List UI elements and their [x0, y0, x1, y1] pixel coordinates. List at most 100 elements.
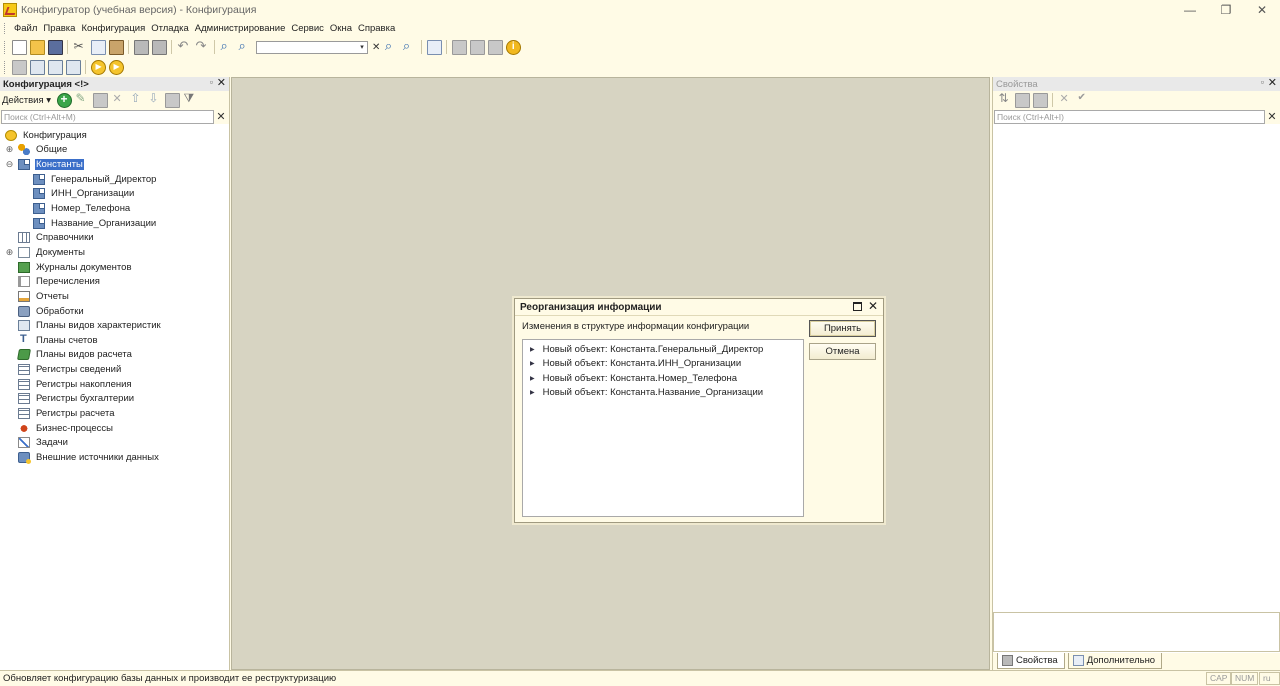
tree-item[interactable]: ИНН_Организации — [0, 187, 229, 202]
chevron-down-icon[interactable]: ▾ — [357, 42, 367, 53]
tree-item[interactable]: Отчеты — [0, 289, 229, 304]
expand-arrow-icon[interactable]: ▶ — [530, 360, 535, 367]
list-item[interactable]: ▶ Новый объект: Константа.Генеральный_Дир… — [523, 342, 803, 357]
categories-icon[interactable] — [1014, 92, 1030, 108]
tree-item[interactable]: ⊕ Общие — [0, 143, 229, 158]
menu-service[interactable]: Сервис — [288, 23, 327, 34]
tab-properties[interactable]: Свойства — [997, 653, 1065, 669]
paste-icon[interactable] — [108, 39, 124, 55]
tree-item[interactable]: Задачи — [0, 435, 229, 450]
tree-item[interactable]: ⊖ Константы — [0, 157, 229, 172]
tree-item[interactable]: Название_Организации — [0, 216, 229, 231]
minimize-button[interactable]: — — [1172, 0, 1208, 20]
toolbar-grip[interactable] — [4, 60, 7, 74]
menu-edit[interactable]: Правка — [40, 23, 78, 34]
tree-item[interactable]: Бизнес-процессы — [0, 421, 229, 436]
close-panel-icon[interactable]: ✕ — [217, 76, 226, 89]
actions-menu-button[interactable]: Действия ▾ — [2, 95, 51, 106]
window-list-icon[interactable] — [426, 39, 442, 55]
move-up-icon[interactable] — [129, 91, 144, 108]
config-window-icon[interactable] — [65, 59, 81, 75]
print-preview-icon[interactable] — [151, 39, 167, 55]
toolbar-grip[interactable] — [4, 40, 7, 54]
menu-configuration[interactable]: Конфигурация — [78, 23, 148, 34]
tree-item[interactable]: Регистры бухгалтерии — [0, 392, 229, 407]
tree-item[interactable]: Планы счетов — [0, 333, 229, 348]
update-db-icon[interactable] — [47, 59, 63, 75]
configuration-search-input[interactable]: Поиск (Ctrl+Alt+M) — [1, 109, 214, 124]
run-enterprise-icon[interactable] — [108, 59, 124, 75]
menu-debug[interactable]: Отладка — [148, 23, 192, 34]
tree-item[interactable]: Справочники — [0, 230, 229, 245]
help-topics-icon[interactable] — [469, 39, 485, 55]
open-folder-icon[interactable] — [29, 39, 45, 55]
help-index-icon[interactable] — [487, 39, 503, 55]
menu-windows[interactable]: Окна — [327, 23, 355, 34]
expand-arrow-icon[interactable]: ▶ — [530, 346, 535, 353]
tree-item[interactable]: Регистры сведений — [0, 362, 229, 377]
restore-button[interactable]: ❐ — [1208, 0, 1244, 20]
menu-administration[interactable]: Администрирование — [192, 23, 289, 34]
filter-icon[interactable] — [183, 91, 198, 108]
add-icon[interactable] — [56, 92, 72, 108]
clear-search-icon[interactable]: ✕ — [1265, 110, 1279, 123]
open-config-icon[interactable] — [11, 59, 27, 75]
list-item[interactable]: ▶ Новый объект: Константа.Номер_Телефона — [523, 371, 803, 386]
list-item[interactable]: ▶ Новый объект: Константа.Название_Органи… — [523, 386, 803, 401]
collapse-icon[interactable]: ⊖ — [5, 160, 14, 169]
apply-edit-icon[interactable] — [1076, 92, 1091, 108]
close-window-button[interactable]: ✕ — [1244, 0, 1280, 20]
tree-item[interactable]: Регистры расчета — [0, 406, 229, 421]
db-config-icon[interactable] — [29, 59, 45, 75]
new-document-icon[interactable] — [11, 39, 27, 55]
cancel-button[interactable]: Отмена — [809, 343, 876, 360]
accept-button[interactable]: Принять — [809, 320, 876, 337]
copy-item-icon[interactable] — [92, 92, 108, 108]
search-combo[interactable]: ▾ — [256, 40, 368, 54]
tree-item[interactable]: Журналы документов — [0, 260, 229, 275]
cut-icon[interactable] — [73, 39, 88, 55]
properties-icon[interactable] — [164, 92, 180, 108]
find-previous-icon[interactable] — [402, 38, 417, 55]
clear-search-icon[interactable]: ✕ — [214, 110, 228, 123]
changes-list[interactable]: ▶ Новый объект: Константа.Генеральный_Дир… — [522, 339, 804, 517]
copy-icon[interactable] — [90, 39, 106, 55]
expand-icon[interactable]: ⊕ — [5, 247, 14, 257]
tree-item[interactable]: Регистры накопления — [0, 377, 229, 392]
delete-icon[interactable] — [111, 92, 126, 108]
tree-item[interactable]: Перечисления — [0, 274, 229, 289]
start-debugging-icon[interactable] — [90, 59, 106, 75]
close-panel-icon[interactable]: ✕ — [1268, 76, 1277, 89]
expand-icon[interactable]: ⊕ — [5, 145, 14, 154]
expand-arrow-icon[interactable]: ▶ — [530, 389, 535, 396]
find-next-icon[interactable] — [384, 38, 399, 55]
tree-item[interactable]: Обработки — [0, 304, 229, 319]
tree-item[interactable]: Планы видов характеристик — [0, 318, 229, 333]
tree-item[interactable]: Конфигурация — [0, 128, 229, 143]
menubar-grip[interactable] — [4, 23, 7, 34]
find-in-files-icon[interactable] — [220, 38, 235, 55]
expand-arrow-icon[interactable]: ▶ — [530, 375, 535, 382]
syntax-assistant-icon[interactable] — [451, 39, 467, 55]
print-icon[interactable] — [133, 39, 149, 55]
tree-item[interactable]: Внешние источники данных — [0, 450, 229, 465]
tree-item[interactable]: Номер_Телефона — [0, 201, 229, 216]
menu-help[interactable]: Справка — [355, 23, 398, 34]
edit-icon[interactable] — [75, 91, 90, 108]
move-down-icon[interactable] — [147, 91, 162, 108]
menu-file[interactable]: Файл — [11, 23, 40, 34]
language-indicator[interactable]: ru ▾ — [1259, 672, 1280, 686]
info-icon[interactable] — [505, 39, 521, 55]
close-dialog-icon[interactable]: ✕ — [868, 299, 878, 313]
tab-additional[interactable]: Дополнительно — [1067, 653, 1163, 669]
tree-item[interactable]: Генеральный_Директор — [0, 172, 229, 187]
tree-item[interactable]: ⊕ Документы — [0, 245, 229, 260]
tree-item[interactable]: Планы видов расчета — [0, 348, 229, 363]
undo-icon[interactable] — [177, 38, 192, 55]
list-item[interactable]: ▶ Новый объект: Константа.ИНН_Организации — [523, 357, 803, 372]
find-icon[interactable] — [238, 38, 253, 55]
redo-icon[interactable] — [195, 38, 210, 55]
save-icon[interactable] — [47, 39, 63, 55]
sort-icon[interactable] — [997, 91, 1012, 108]
cancel-edit-icon[interactable] — [1058, 92, 1073, 108]
